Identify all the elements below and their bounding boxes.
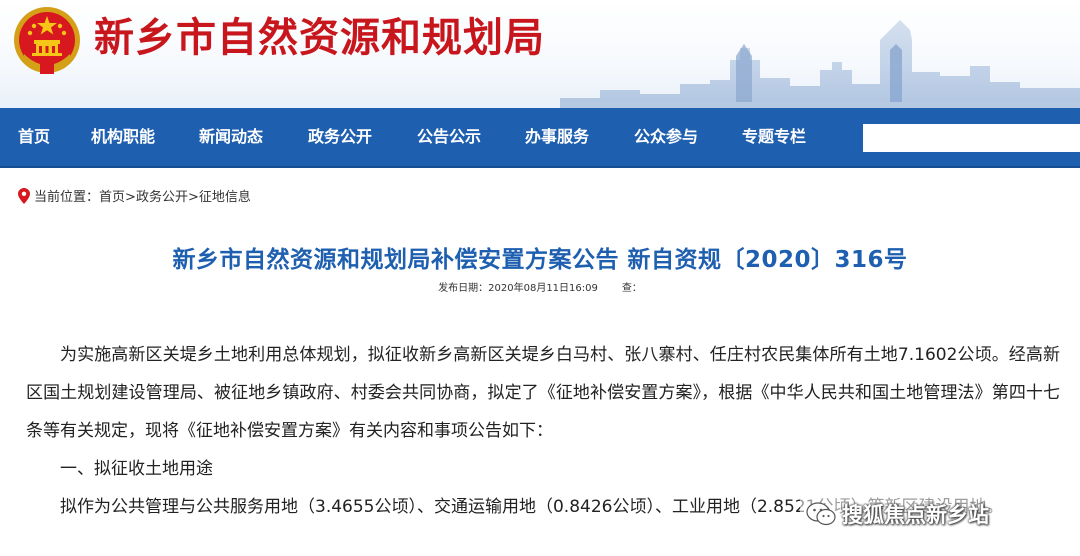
breadcrumb-home-link[interactable]: 首页: [99, 190, 125, 205]
nav-item-topics[interactable]: 专题专栏: [742, 108, 806, 166]
breadcrumb-separator: >: [125, 190, 136, 205]
article-paragraph: 为实施高新区关堤乡土地利用总体规划，拟征收新乡高新区关堤乡白马村、张八寨村、任庄…: [26, 345, 1060, 441]
nav-item-notices[interactable]: 公告公示: [417, 108, 481, 166]
site-header: 新乡市自然资源和规划局: [0, 0, 1080, 108]
breadcrumb-current-link[interactable]: 征地信息: [199, 190, 251, 205]
watermark-text: 搜狐焦点新乡站: [842, 503, 989, 527]
breadcrumb-section-link[interactable]: 政务公开: [136, 190, 188, 205]
nav-item-news[interactable]: 新闻动态: [199, 108, 263, 166]
city-skyline-illustration: [560, 20, 1080, 108]
location-pin-icon: [18, 188, 30, 204]
wechat-icon: [806, 502, 836, 526]
search-input[interactable]: [863, 124, 1080, 152]
breadcrumb-prefix: 当前位置：: [34, 190, 100, 205]
breadcrumb-separator: >: [187, 190, 199, 205]
nav-item-services[interactable]: 办事服务: [525, 108, 589, 166]
publish-date: 发布日期：2020年08月11日16:09: [438, 283, 598, 294]
breadcrumb: 当前位置：首页>政务公开>征地信息: [18, 188, 251, 208]
nav-item-agency[interactable]: 机构职能: [91, 108, 155, 166]
publish-meta: 发布日期：2020年08月11日16:09 查：: [0, 279, 1080, 294]
article-title: 新乡市自然资源和规划局补偿安置方案公告 新自资规〔2020〕316号: [172, 247, 908, 273]
site-title: 新乡市自然资源和规划局: [94, 15, 545, 61]
article-section-heading: 一、拟征收土地用途: [60, 459, 213, 479]
nav-item-public[interactable]: 公众参与: [634, 108, 698, 166]
nav-item-gov-affairs[interactable]: 政务公开: [308, 108, 372, 166]
national-emblem-icon: [14, 7, 80, 74]
nav-item-home[interactable]: 首页: [18, 108, 50, 166]
source-watermark: 搜狐焦点新乡站: [800, 496, 999, 532]
view-count-label: 查：: [621, 283, 642, 294]
main-nav: 首页 机构职能 新闻动态 政务公开 公告公示 办事服务 公众参与 专题专栏: [0, 108, 1080, 168]
